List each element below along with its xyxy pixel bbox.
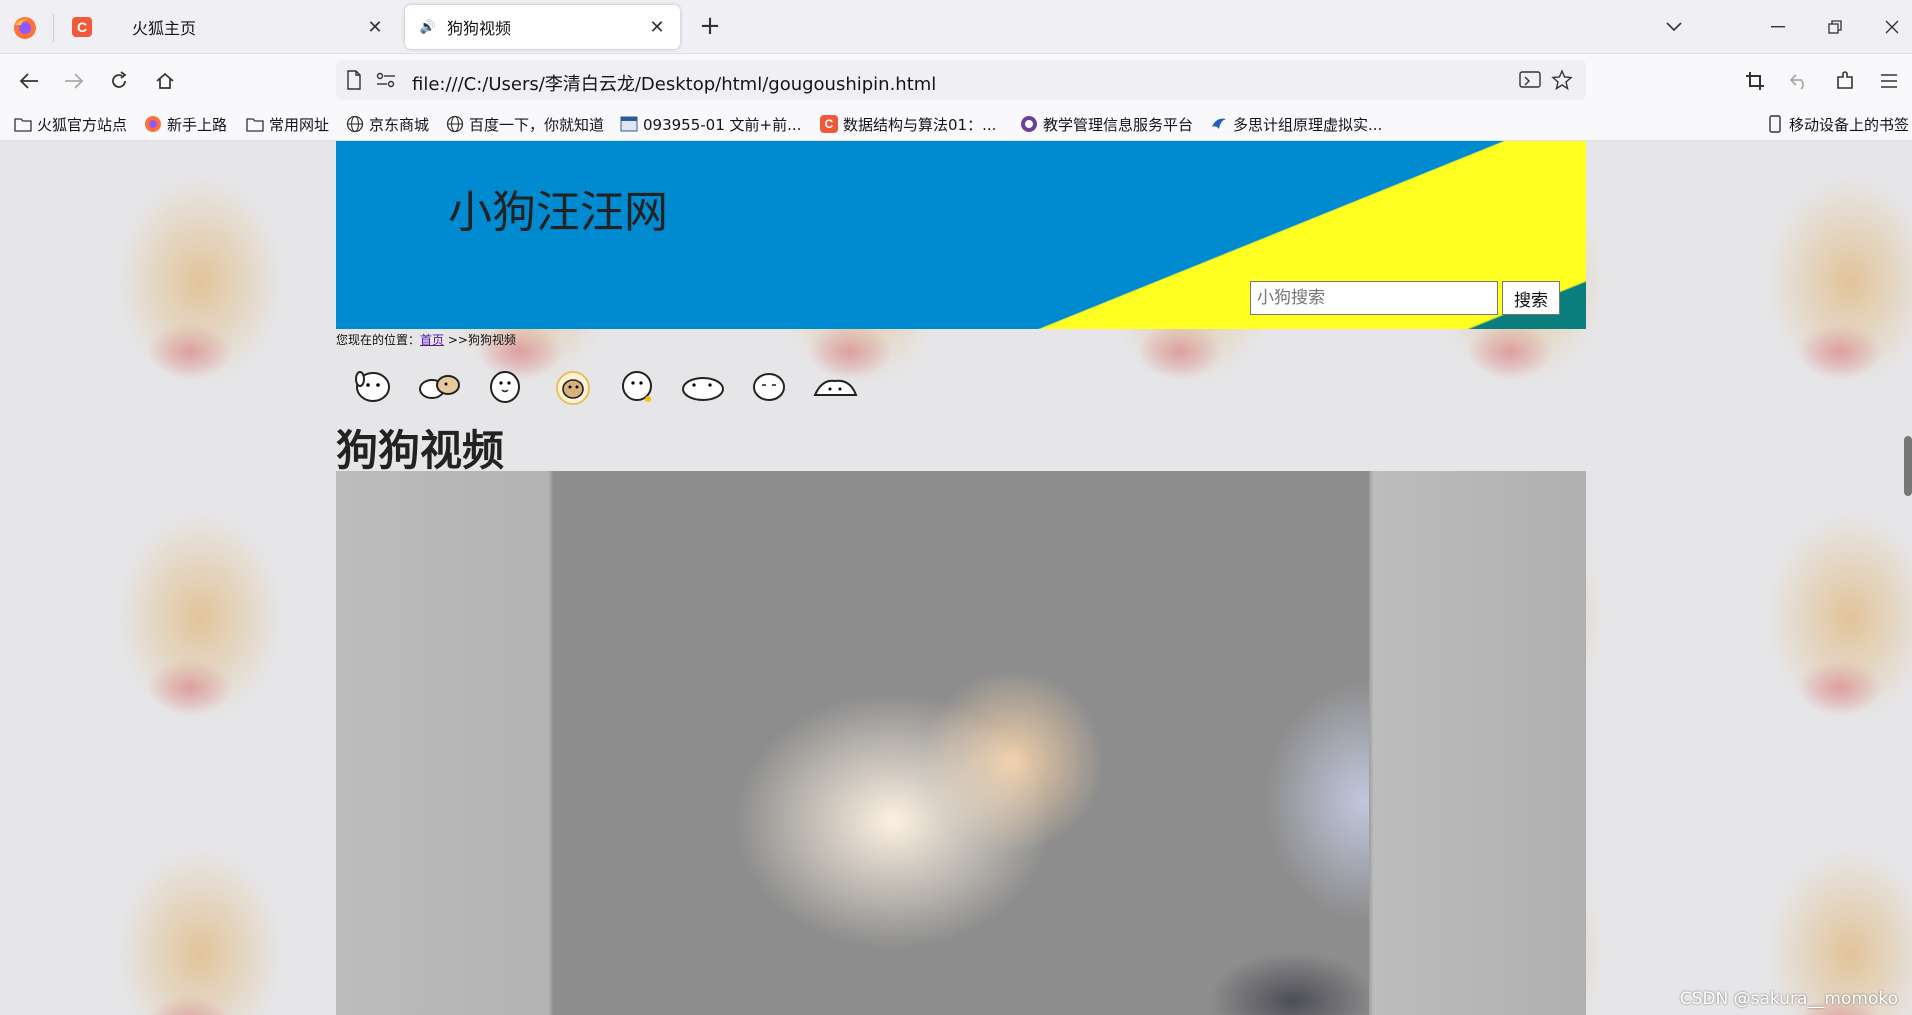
bookmark-label: 多思计组原理虚拟实...: [1233, 115, 1383, 134]
globe-icon: [346, 115, 364, 133]
bookmark-item[interactable]: 093955-01 文前+前...: [620, 113, 801, 135]
bookmark-item[interactable]: 多思计组原理虚拟实...: [1210, 113, 1382, 135]
breadcrumb-current: >>狗狗视频: [447, 333, 516, 347]
extensions-puzzle-icon[interactable]: [1830, 66, 1860, 96]
csdn-c-icon: C: [820, 115, 838, 133]
new-tab-button[interactable]: +: [695, 12, 725, 42]
csdn-c-icon: C: [72, 17, 92, 37]
back-arrow-icon[interactable]: [14, 66, 44, 96]
scrollbar-thumb[interactable]: [1904, 436, 1912, 496]
permissions-icon[interactable]: [374, 68, 398, 92]
speaker-icon[interactable]: 🔊: [419, 18, 437, 36]
site-header: 小狗汪汪网 搜索: [336, 141, 1586, 329]
home-icon[interactable]: [150, 66, 180, 96]
mobile-device-icon: [1766, 115, 1784, 133]
search-button[interactable]: 搜索: [1502, 281, 1560, 315]
undo-icon[interactable]: [1784, 66, 1814, 96]
bookmark-item[interactable]: 百度一下，你就知道: [446, 113, 604, 135]
bookmark-label: 093955-01 文前+前...: [643, 115, 802, 134]
bookmarks-toolbar: 火狐官方站点 新手上路 常用网址 京东商城 百度一下，你就知道 093955-0…: [0, 107, 1912, 141]
dog-sticker-icon: [622, 371, 652, 402]
site-title: 小狗汪汪网: [448, 187, 668, 238]
bookmark-item[interactable]: 新手上路: [144, 113, 227, 135]
page-container: 小狗汪汪网 搜索 您现在的位置：首页 >>狗狗视频 狗狗视频: [336, 141, 1586, 1015]
bookmark-label: 百度一下，你就知道: [469, 115, 605, 134]
globe-icon: [446, 115, 464, 133]
bookmark-item[interactable]: 火狐官方站点: [14, 113, 127, 135]
folder-icon: [14, 115, 32, 133]
csdn-watermark: CSDN @sakura__momoko: [1679, 989, 1898, 1009]
page-viewport: 小狗汪汪网 搜索 您现在的位置：首页 >>狗狗视频 狗狗视频 CSDN @sak…: [0, 141, 1912, 1015]
bookmark-label: 数据结构与算法01：...: [843, 115, 997, 134]
restore-icon[interactable]: [1815, 10, 1855, 44]
tab-title: 狗狗视频: [447, 19, 512, 38]
dog-sticker-icon: [753, 373, 785, 401]
tab-strip: C 火狐主页 ✕ 🔊 狗狗视频 ✕ +: [0, 0, 1912, 54]
bookmark-item[interactable]: 京东商城: [346, 113, 429, 135]
minimize-icon[interactable]: [1758, 10, 1798, 44]
dog-sticker-icon: [355, 371, 390, 402]
dog-sticker-icon: [419, 375, 460, 399]
forward-arrow-icon[interactable]: [59, 66, 89, 96]
school-icon: [1020, 115, 1038, 133]
close-icon[interactable]: ✕: [364, 16, 386, 38]
dog-sticker-icon: [813, 379, 858, 396]
bookmark-label: 火狐官方站点: [37, 115, 128, 134]
dog-sticker-strip: [350, 361, 858, 407]
bookmark-item[interactable]: 教学管理信息服务平台: [1020, 113, 1193, 135]
video-frame[interactable]: [553, 471, 1369, 1015]
bookmark-label: 常用网址: [269, 115, 330, 134]
mobile-bookmarks[interactable]: 移动设备上的书签: [1766, 113, 1909, 135]
close-window-icon[interactable]: [1872, 10, 1912, 44]
breadcrumb-home-link[interactable]: 首页: [420, 333, 444, 347]
tab-separator: [53, 14, 54, 42]
folder-icon: [246, 115, 264, 133]
breadcrumb: 您现在的位置：首页 >>狗狗视频: [336, 331, 516, 348]
menu-hamburger-icon[interactable]: [1874, 66, 1904, 96]
search-input[interactable]: [1250, 281, 1498, 315]
close-icon[interactable]: ✕: [646, 16, 668, 38]
bookmark-label: 移动设备上的书签: [1789, 115, 1910, 134]
screenshot-crop-icon[interactable]: [1740, 66, 1770, 96]
bookmark-item[interactable]: C 数据结构与算法01：...: [820, 113, 996, 135]
bookmark-label: 教学管理信息服务平台: [1043, 115, 1194, 134]
video-heading: 狗狗视频: [336, 426, 505, 475]
page-file-icon[interactable]: [342, 68, 366, 92]
bookmark-star-icon[interactable]: [1550, 68, 1574, 92]
list-tabs-chevron-icon[interactable]: [1654, 10, 1694, 44]
navigation-bar: file:///C:/Users/李清白云龙/Desktop/html/goug…: [0, 54, 1912, 107]
video-player[interactable]: [336, 471, 1586, 1015]
dog-sticker-icon: [556, 371, 590, 405]
firefox-icon: [144, 115, 162, 133]
tab-title: 火狐主页: [132, 19, 197, 38]
bird-icon: [1210, 115, 1228, 133]
url-text[interactable]: file:///C:/Users/李清白云龙/Desktop/html/goug…: [412, 70, 936, 96]
bookmark-label: 新手上路: [167, 115, 228, 134]
dog-sticker-icon: [682, 377, 724, 401]
bookmark-item[interactable]: 常用网址: [246, 113, 329, 135]
reader-view-icon[interactable]: [1518, 68, 1542, 92]
tab-firefox-home[interactable]: C 火狐主页 ✕: [58, 5, 398, 49]
reload-icon[interactable]: [104, 66, 134, 96]
firefox-icon[interactable]: [12, 15, 38, 41]
url-bar[interactable]: file:///C:/Users/李清白云龙/Desktop/html/goug…: [336, 60, 1586, 100]
tab-dog-video[interactable]: 🔊 狗狗视频 ✕: [405, 5, 680, 49]
breadcrumb-prefix: 您现在的位置：: [336, 333, 421, 347]
doc-icon: [620, 115, 638, 133]
bookmark-label: 京东商城: [369, 115, 430, 134]
dog-sticker-icon: [490, 371, 520, 403]
